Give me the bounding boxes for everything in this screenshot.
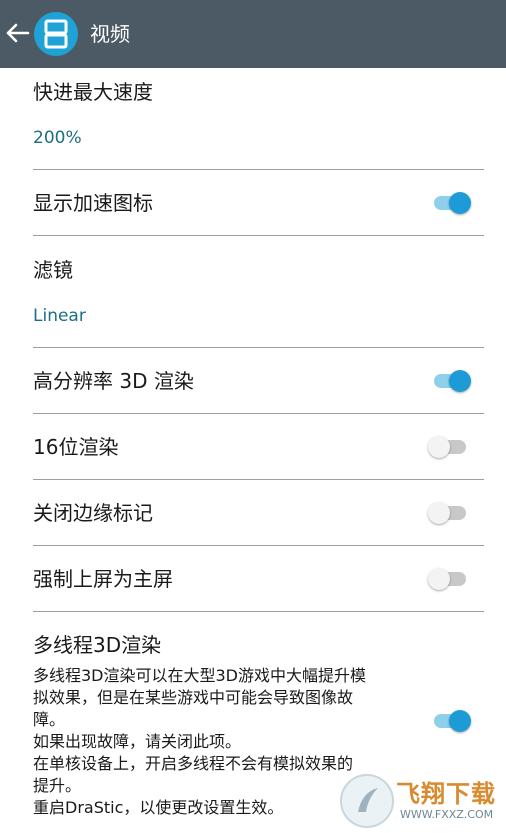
drastic-logo-icon bbox=[34, 12, 78, 56]
render-16bit-toggle[interactable] bbox=[428, 433, 470, 461]
setting-disable-edge-mark[interactable]: 关闭边缘标记 bbox=[33, 499, 484, 527]
divider bbox=[33, 479, 484, 480]
divider bbox=[33, 169, 484, 170]
description-line: 障。 bbox=[33, 710, 66, 729]
watermark-url: WWW.FXXZ.COM bbox=[400, 808, 494, 821]
force-top-screen-toggle[interactable] bbox=[428, 565, 470, 593]
description-line: 多线程3D渲染可以在大型3D游戏中大幅提升模 bbox=[33, 666, 367, 685]
setting-value: Linear bbox=[33, 306, 86, 326]
divider bbox=[33, 545, 484, 546]
back-arrow-icon[interactable] bbox=[4, 20, 30, 46]
toggle-thumb bbox=[428, 568, 450, 590]
setting-title: 滤镜 bbox=[33, 258, 73, 282]
setting-show-speed-icon[interactable]: 显示加速图标 bbox=[33, 189, 484, 217]
multithread-3d-toggle[interactable] bbox=[432, 707, 472, 735]
setting-title: 高分辨率 3D 渲染 bbox=[33, 369, 194, 393]
setting-filter[interactable]: 滤镜 Linear bbox=[33, 256, 484, 328]
setting-16bit-render[interactable]: 16位渲染 bbox=[33, 433, 484, 461]
toggle-thumb bbox=[449, 710, 471, 732]
setting-fast-forward-speed[interactable]: 快进最大速度 200% bbox=[33, 78, 484, 150]
hires-3d-toggle[interactable] bbox=[432, 367, 472, 395]
setting-title: 强制上屏为主屏 bbox=[33, 567, 173, 591]
disable-edge-mark-toggle[interactable] bbox=[428, 499, 470, 527]
setting-title: 多线程3D渲染 bbox=[33, 633, 162, 657]
toggle-thumb bbox=[428, 502, 450, 524]
toggle-thumb bbox=[449, 192, 471, 214]
description-line: 拟效果，但是在某些游戏中可能会导致图像故 bbox=[33, 688, 354, 707]
setting-title: 快进最大速度 bbox=[33, 80, 153, 104]
setting-title: 显示加速图标 bbox=[33, 191, 153, 215]
toggle-thumb bbox=[428, 436, 450, 458]
watermark: 飞翔下载 WWW.FXXZ.COM bbox=[338, 770, 504, 828]
setting-hires-3d[interactable]: 高分辨率 3D 渲染 bbox=[33, 367, 484, 395]
setting-title: 关闭边缘标记 bbox=[33, 501, 153, 525]
divider bbox=[33, 235, 484, 236]
setting-title: 16位渲染 bbox=[33, 435, 119, 459]
watermark-text: 飞翔下载 bbox=[396, 780, 496, 808]
description-line: 如果出现故障，请关闭此项。 bbox=[33, 732, 242, 751]
divider bbox=[33, 611, 484, 612]
page-title: 视频 bbox=[90, 22, 130, 46]
app-bar: 视频 bbox=[0, 0, 506, 68]
watermark-logo-icon bbox=[340, 774, 394, 828]
divider bbox=[33, 347, 484, 348]
show-speed-icon-toggle[interactable] bbox=[432, 189, 472, 217]
divider bbox=[33, 413, 484, 414]
setting-value: 200% bbox=[33, 128, 82, 148]
toggle-thumb bbox=[449, 370, 471, 392]
setting-force-top-screen[interactable]: 强制上屏为主屏 bbox=[33, 565, 484, 593]
